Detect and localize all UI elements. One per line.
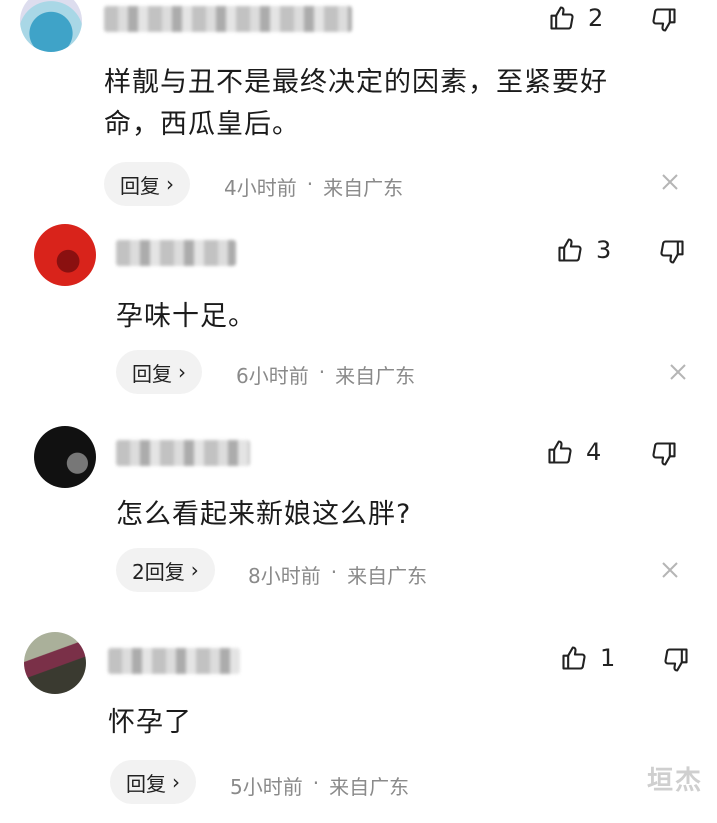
separator: · xyxy=(312,771,320,795)
avatar[interactable] xyxy=(24,632,86,694)
chevron-right-icon: › xyxy=(172,770,180,794)
reply-label: 回复 xyxy=(126,771,166,796)
username-blurred[interactable] xyxy=(108,648,240,674)
dislike-button[interactable] xyxy=(662,646,690,674)
like-button[interactable]: 2 xyxy=(548,4,603,32)
thumbs-down-icon xyxy=(662,646,690,674)
location: 来自广东 xyxy=(329,775,410,799)
chevron-right-icon: › xyxy=(166,172,174,196)
like-count: 1 xyxy=(600,644,616,672)
avatar[interactable] xyxy=(34,426,96,488)
location: 来自广东 xyxy=(347,564,428,588)
reply-label: 2回复 xyxy=(132,559,185,584)
separator: · xyxy=(306,172,314,196)
comment-text: 怀孕了 xyxy=(108,707,192,738)
avatar[interactable] xyxy=(20,0,82,52)
reply-button[interactable]: 回复 › xyxy=(110,760,196,804)
dislike-button[interactable] xyxy=(650,440,678,468)
like-button[interactable]: 1 xyxy=(560,644,615,672)
comment-text: 怎么看起来新娘这么胖? xyxy=(116,499,412,530)
close-icon xyxy=(668,364,688,386)
comment-meta: 4小时前 · 来自广东 xyxy=(224,172,403,201)
reply-button[interactable]: 回复 › xyxy=(104,162,190,206)
comment-meta: 8小时前 · 来自广东 xyxy=(248,560,427,589)
like-button[interactable]: 4 xyxy=(546,438,601,466)
reply-label: 回复 xyxy=(120,173,160,198)
timestamp: 6小时前 xyxy=(236,364,309,388)
separator: · xyxy=(318,360,326,384)
location: 来自广东 xyxy=(335,364,416,388)
comment-text: 样靓与丑不是最终决定的因素，至紧要好 命，西瓜皇后。 xyxy=(104,67,608,140)
close-button[interactable] xyxy=(660,172,680,196)
thumbs-down-icon xyxy=(650,440,678,468)
like-button[interactable]: 3 xyxy=(556,236,611,264)
chevron-right-icon: › xyxy=(178,360,186,384)
reply-label: 回复 xyxy=(132,361,172,386)
reply-button[interactable]: 2回复 › xyxy=(116,548,215,592)
dislike-button[interactable] xyxy=(658,238,686,266)
close-icon xyxy=(660,562,680,584)
comment-meta: 5小时前 · 来自广东 xyxy=(230,771,409,800)
like-count: 4 xyxy=(586,438,602,466)
reply-button[interactable]: 回复 › xyxy=(116,350,202,394)
timestamp: 8小时前 xyxy=(248,564,321,588)
username-blurred[interactable] xyxy=(116,240,236,266)
close-button[interactable] xyxy=(660,560,680,584)
like-count: 2 xyxy=(588,4,604,32)
thumbs-up-icon xyxy=(556,236,584,264)
username-blurred[interactable] xyxy=(116,440,250,466)
thumbs-down-icon xyxy=(650,6,678,34)
username-blurred[interactable] xyxy=(104,6,352,32)
close-icon xyxy=(660,174,680,196)
thumbs-up-icon xyxy=(560,644,588,672)
thumbs-up-icon xyxy=(548,4,576,32)
comment-text: 孕味十足。 xyxy=(116,301,256,332)
chevron-right-icon: › xyxy=(190,558,199,582)
location: 来自广东 xyxy=(323,176,404,200)
timestamp: 5小时前 xyxy=(230,775,303,799)
dislike-button[interactable] xyxy=(650,6,678,34)
like-count: 3 xyxy=(596,236,612,264)
timestamp: 4小时前 xyxy=(224,176,297,200)
avatar[interactable] xyxy=(34,224,96,286)
thumbs-down-icon xyxy=(658,238,686,266)
separator: · xyxy=(330,560,338,584)
watermark: 垣杰 xyxy=(646,766,703,796)
comment-meta: 6小时前 · 来自广东 xyxy=(236,360,415,389)
thumbs-up-icon xyxy=(546,438,574,466)
close-button[interactable] xyxy=(668,362,688,386)
